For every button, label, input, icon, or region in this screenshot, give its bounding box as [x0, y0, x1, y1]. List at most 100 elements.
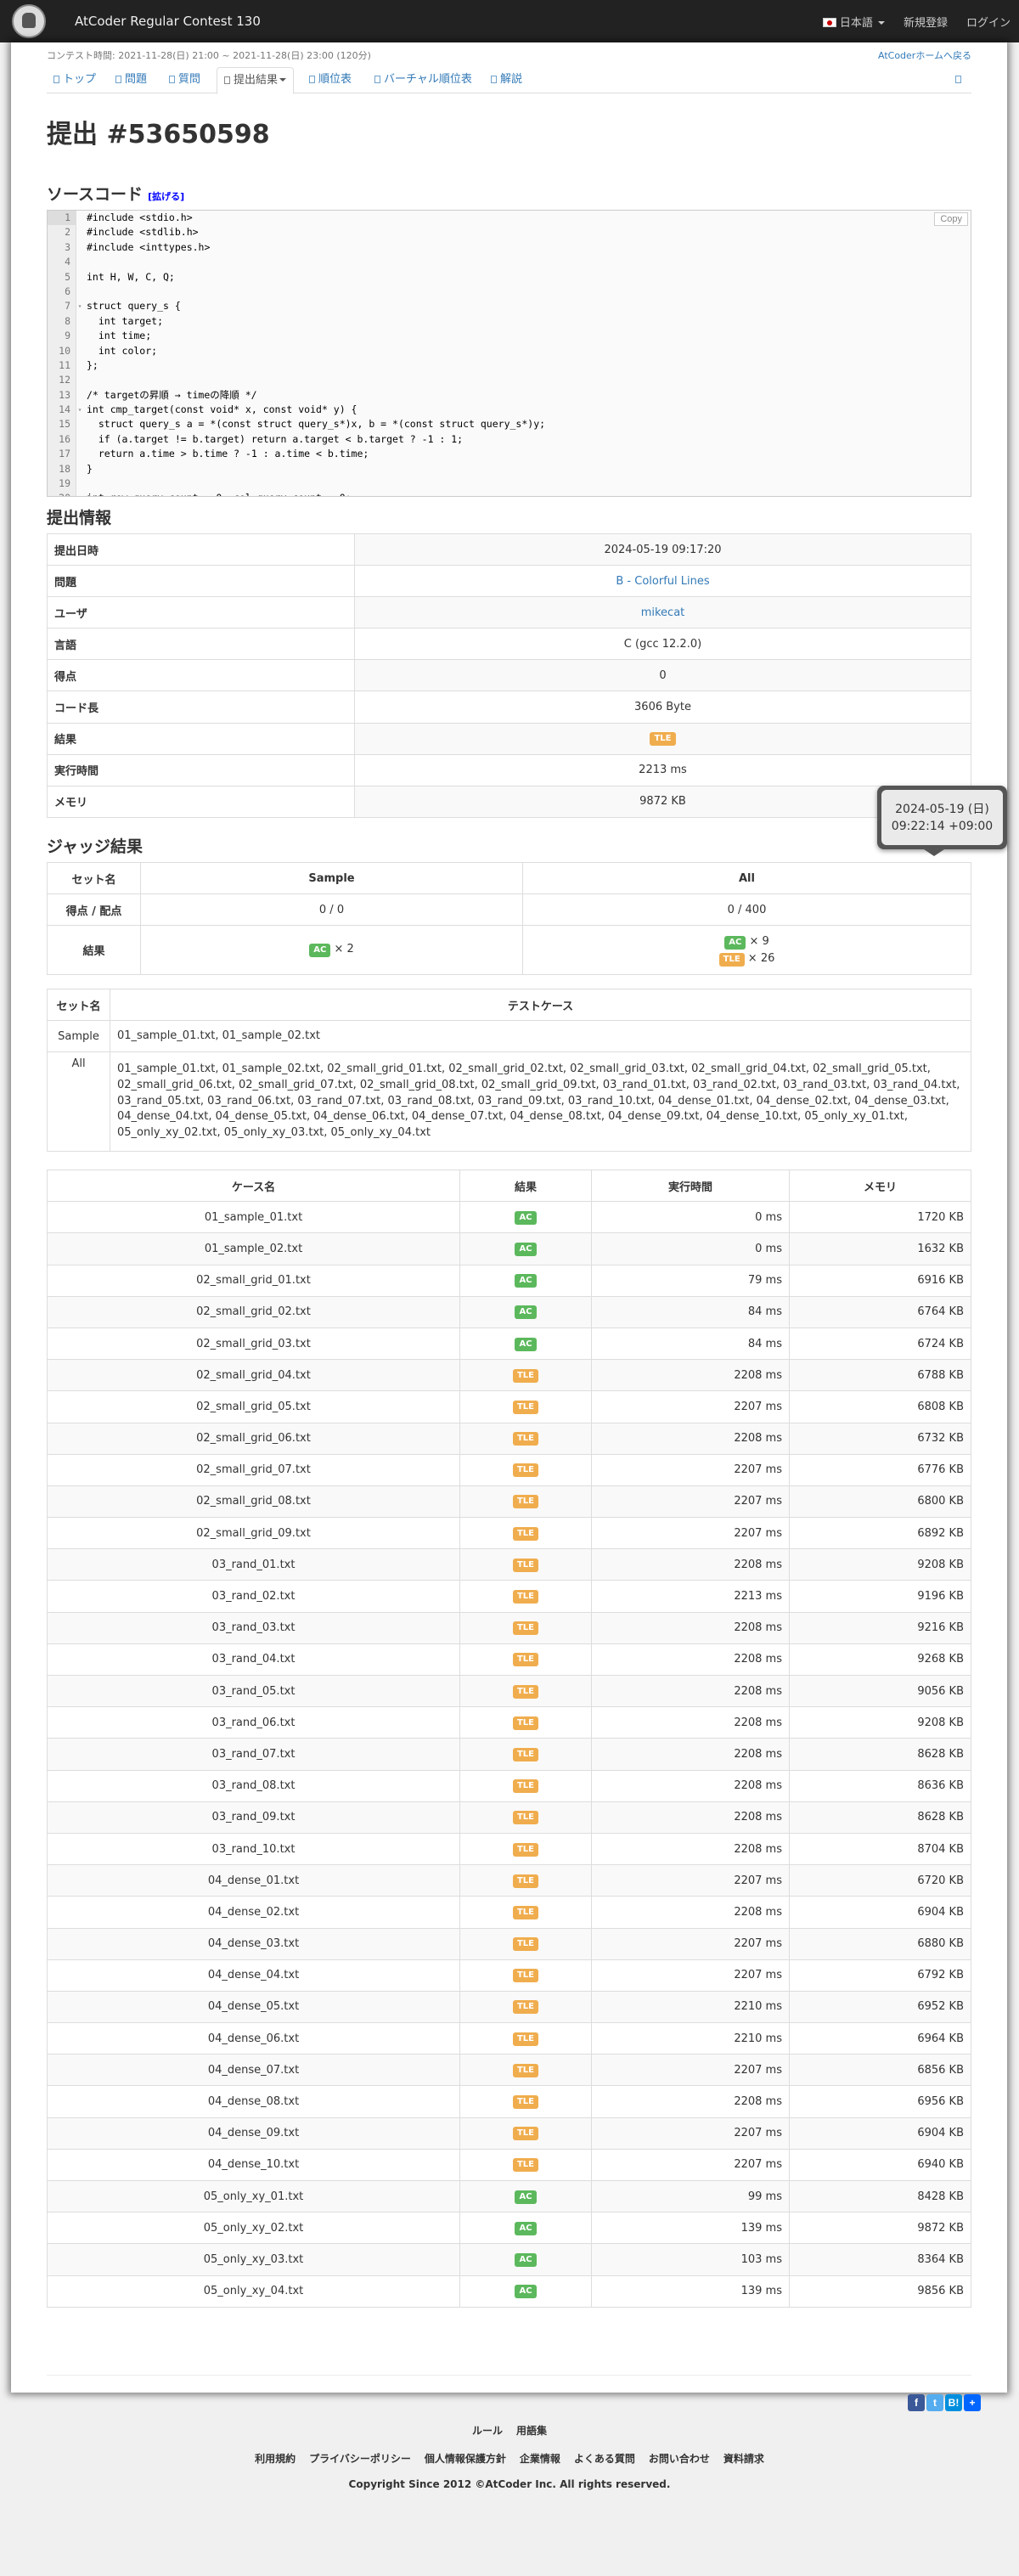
- tab-tasks[interactable]: 問題: [109, 67, 154, 93]
- language-dropdown[interactable]: 日本語: [822, 14, 885, 30]
- result-cell: AC: [459, 2212, 592, 2245]
- footer-link[interactable]: 用語集: [516, 2425, 547, 2437]
- case-name-cell: 03_rand_01.txt: [47, 1548, 460, 1581]
- source-code-editor[interactable]: Copy 1 #include <stdio.h> 2 #include <stdli…: [47, 210, 971, 497]
- status-badge: TLE: [512, 2158, 539, 2173]
- exec-time-cell: 2208 ms: [591, 1611, 790, 1644]
- fold-gutter: [76, 270, 83, 285]
- code-line: 10 int color;: [48, 343, 971, 358]
- memory-cell: 6904 KB: [789, 2117, 971, 2150]
- tab-top[interactable]: トップ: [47, 67, 103, 93]
- exec-time-cell: 0 ms: [591, 1232, 790, 1265]
- fold-gutter: [76, 314, 83, 329]
- atcoder-logo[interactable]: [12, 4, 46, 38]
- status-badge: AC: [515, 2285, 537, 2299]
- facebook-share-icon[interactable]: f: [908, 2394, 925, 2411]
- exec-time-cell: 2208 ms: [591, 1769, 790, 1802]
- share-plus-icon[interactable]: +: [964, 2394, 981, 2411]
- footer-link[interactable]: 個人情報保護方針: [425, 2453, 506, 2465]
- exec-time-cell: 2207 ms: [591, 1959, 790, 1992]
- footer-link[interactable]: 企業情報: [520, 2453, 560, 2465]
- status-badge: TLE: [512, 1463, 539, 1478]
- case-name-cell: 03_rand_10.txt: [47, 1832, 460, 1866]
- info-row: 問題 B - Colorful Lines: [47, 565, 971, 598]
- expand-code-link[interactable]: [拡げる]: [148, 191, 184, 202]
- tab-editorial[interactable]: 解説: [484, 67, 529, 93]
- fold-gutter: [76, 329, 83, 343]
- table-row: 03_rand_06.txt TLE 2208 ms 9208 KB: [47, 1706, 971, 1739]
- table-row: 04_dense_02.txt TLE 2208 ms 6904 KB: [47, 1896, 971, 1929]
- code-text: /* targetの昇順 → timeの降順 */: [87, 388, 257, 401]
- table-row: 03_rand_09.txt TLE 2208 ms 8628 KB: [47, 1801, 971, 1834]
- case-name-cell: 04_dense_05.txt: [47, 1990, 460, 2024]
- tab-clarifications[interactable]: 質問: [162, 67, 207, 93]
- memory-cell: 6940 KB: [789, 2148, 971, 2182]
- table-row: 02_small_grid_01.txt AC 79 ms 6916 KB: [47, 1264, 971, 1297]
- memory-cell: 1720 KB: [789, 1201, 971, 1234]
- memory-cell: 6892 KB: [789, 1517, 971, 1550]
- copy-button[interactable]: Copy: [934, 212, 968, 226]
- memory-cell: 6916 KB: [789, 1264, 971, 1297]
- footer-link[interactable]: ルール: [472, 2425, 503, 2437]
- table-row: 02_small_grid_03.txt AC 84 ms 6724 KB: [47, 1327, 971, 1361]
- case-name-cell: 03_rand_09.txt: [47, 1801, 460, 1834]
- hatena-share-icon[interactable]: B!: [945, 2394, 962, 2411]
- user-link[interactable]: mikecat: [641, 606, 685, 619]
- tab-virtual-standings[interactable]: バーチャル順位表: [368, 67, 479, 93]
- exec-time-cell: 2207 ms: [591, 1390, 790, 1423]
- result-cell: TLE: [459, 1453, 592, 1486]
- table-row: 03_rand_01.txt TLE 2208 ms 9208 KB: [47, 1548, 971, 1581]
- result-label: 結果: [47, 925, 141, 975]
- memory-cell: 9268 KB: [789, 1643, 971, 1677]
- code-line: 2 #include <stdlib.h>: [48, 225, 971, 240]
- exec-time-cell: 99 ms: [591, 2179, 790, 2213]
- menu-toggle[interactable]: [949, 67, 971, 93]
- status-badge: TLE: [512, 1368, 539, 1383]
- page-title: 提出 #53650598: [47, 120, 270, 149]
- fold-icon[interactable]: ▾: [76, 403, 83, 417]
- result-cell: AC: [459, 1201, 592, 1234]
- line-number: 19: [48, 476, 76, 492]
- footer-link[interactable]: 利用規約: [255, 2453, 296, 2465]
- footer-link[interactable]: 資料請求: [723, 2453, 764, 2465]
- case-name-cell: 04_dense_07.txt: [47, 2054, 460, 2087]
- code-line: 12: [48, 373, 971, 388]
- status-badge: AC: [515, 2252, 537, 2267]
- table-row: 03_rand_05.txt TLE 2208 ms 9056 KB: [47, 1674, 971, 1708]
- result-cell: TLE: [459, 1801, 592, 1834]
- info-label: 得点: [47, 659, 355, 692]
- status-badge: TLE: [512, 2127, 539, 2141]
- fold-icon[interactable]: ▾: [76, 299, 83, 313]
- info-value: TLE: [354, 722, 971, 755]
- navbar-right: 日本語 新規登録 ログイン: [822, 14, 1011, 30]
- footer-link[interactable]: お問い合わせ: [649, 2453, 710, 2465]
- tab-standings[interactable]: 順位表: [302, 67, 358, 93]
- standings-icon: [309, 76, 315, 83]
- submission-time[interactable]: 2024-05-19 09:17:20: [604, 544, 721, 556]
- line-number: 1: [48, 211, 76, 226]
- japan-flag-icon: [822, 18, 836, 27]
- signup-link[interactable]: 新規登録: [904, 14, 948, 30]
- status-badge: TLE: [512, 1590, 539, 1604]
- code-lines: 1 #include <stdio.h> 2 #include <stdlib.h> 3…: [48, 211, 971, 496]
- case-name-cell: 02_small_grid_07.txt: [47, 1453, 460, 1486]
- memory-cell: 9056 KB: [789, 1674, 971, 1708]
- login-link[interactable]: ログイン: [966, 14, 1011, 30]
- twitter-share-icon[interactable]: t: [926, 2394, 943, 2411]
- tab-submissions[interactable]: 提出結果: [217, 67, 295, 94]
- contest-title-link[interactable]: AtCoder Regular Contest 130: [75, 14, 261, 29]
- memory-cell: 9208 KB: [789, 1706, 971, 1739]
- footer-link[interactable]: プライバシーポリシー: [309, 2453, 411, 2465]
- info-value: 3606 Byte: [354, 691, 971, 724]
- memory-cell: 9872 KB: [789, 2212, 971, 2245]
- footer-link[interactable]: よくある質問: [574, 2453, 635, 2465]
- table-row: 05_only_xy_01.txt AC 99 ms 8428 KB: [47, 2179, 971, 2213]
- atcoder-home-link[interactable]: AtCoderホームへ戻る: [878, 48, 971, 62]
- result-cell: TLE: [459, 1769, 592, 1802]
- problem-link[interactable]: B - Colorful Lines: [616, 575, 709, 588]
- memory-cell: 6952 KB: [789, 1990, 971, 2024]
- exec-time-cell: 2208 ms: [591, 1674, 790, 1708]
- fold-gutter: [76, 225, 83, 240]
- table-row: 04_dense_05.txt TLE 2210 ms 6952 KB: [47, 1990, 971, 2024]
